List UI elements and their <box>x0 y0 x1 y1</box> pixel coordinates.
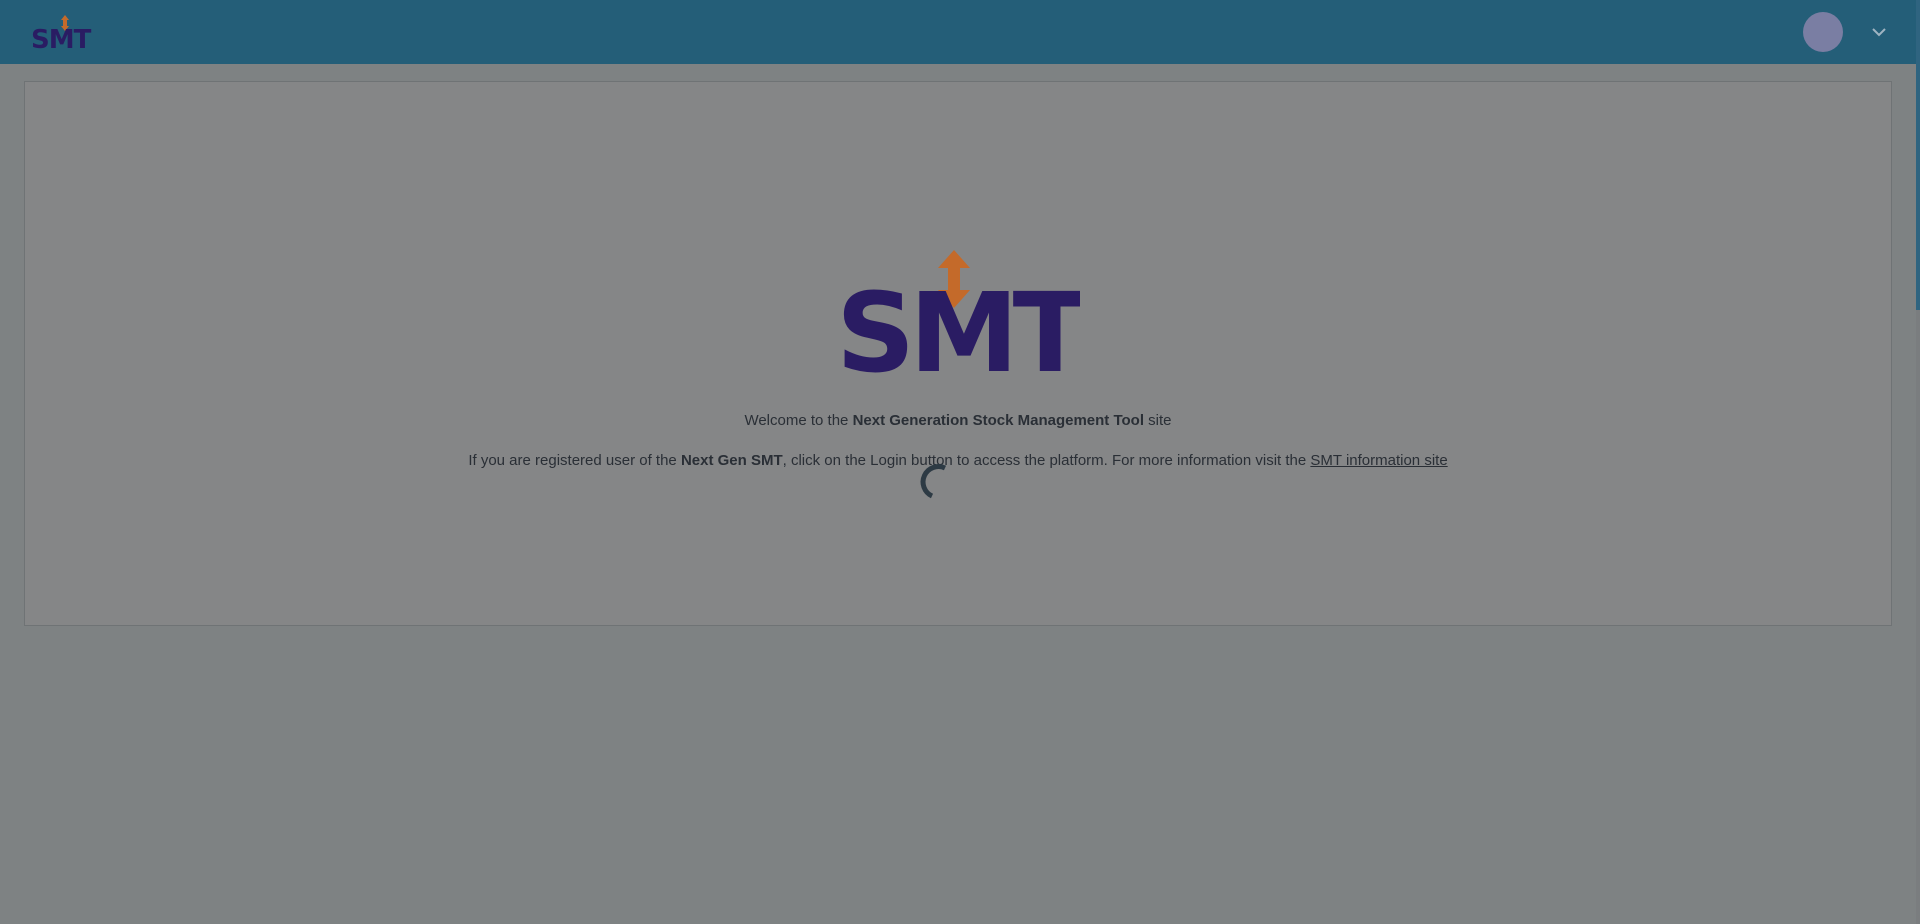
smt-main-logo: SMT <box>836 250 1080 374</box>
info-message: If you are registered user of the Next G… <box>0 452 1916 469</box>
info-middle: , click on the Login button to access th… <box>782 452 1311 469</box>
product-short-name: Next Gen SMT <box>680 452 783 469</box>
user-avatar[interactable] <box>1803 12 1843 52</box>
chevron-down-icon[interactable] <box>1867 20 1891 44</box>
loading-spinner-icon <box>920 464 947 499</box>
main-logo-text: SMT <box>836 269 1080 374</box>
app-header: SMT <box>0 0 1916 64</box>
welcome-suffix: site <box>1144 412 1172 429</box>
smt-info-link[interactable]: SMT information site <box>1310 452 1447 469</box>
welcome-prefix: Welcome to the <box>744 412 853 429</box>
scrollbar-thumb[interactable] <box>1916 0 1920 310</box>
header-logo-text: SMT <box>31 25 92 52</box>
welcome-message: Welcome to the Next Generation Stock Man… <box>0 412 1916 429</box>
info-prefix: If you are registered user of the <box>468 452 681 469</box>
product-name: Next Generation Stock Management Tool <box>852 412 1145 429</box>
smt-logo[interactable]: SMT <box>30 12 102 52</box>
